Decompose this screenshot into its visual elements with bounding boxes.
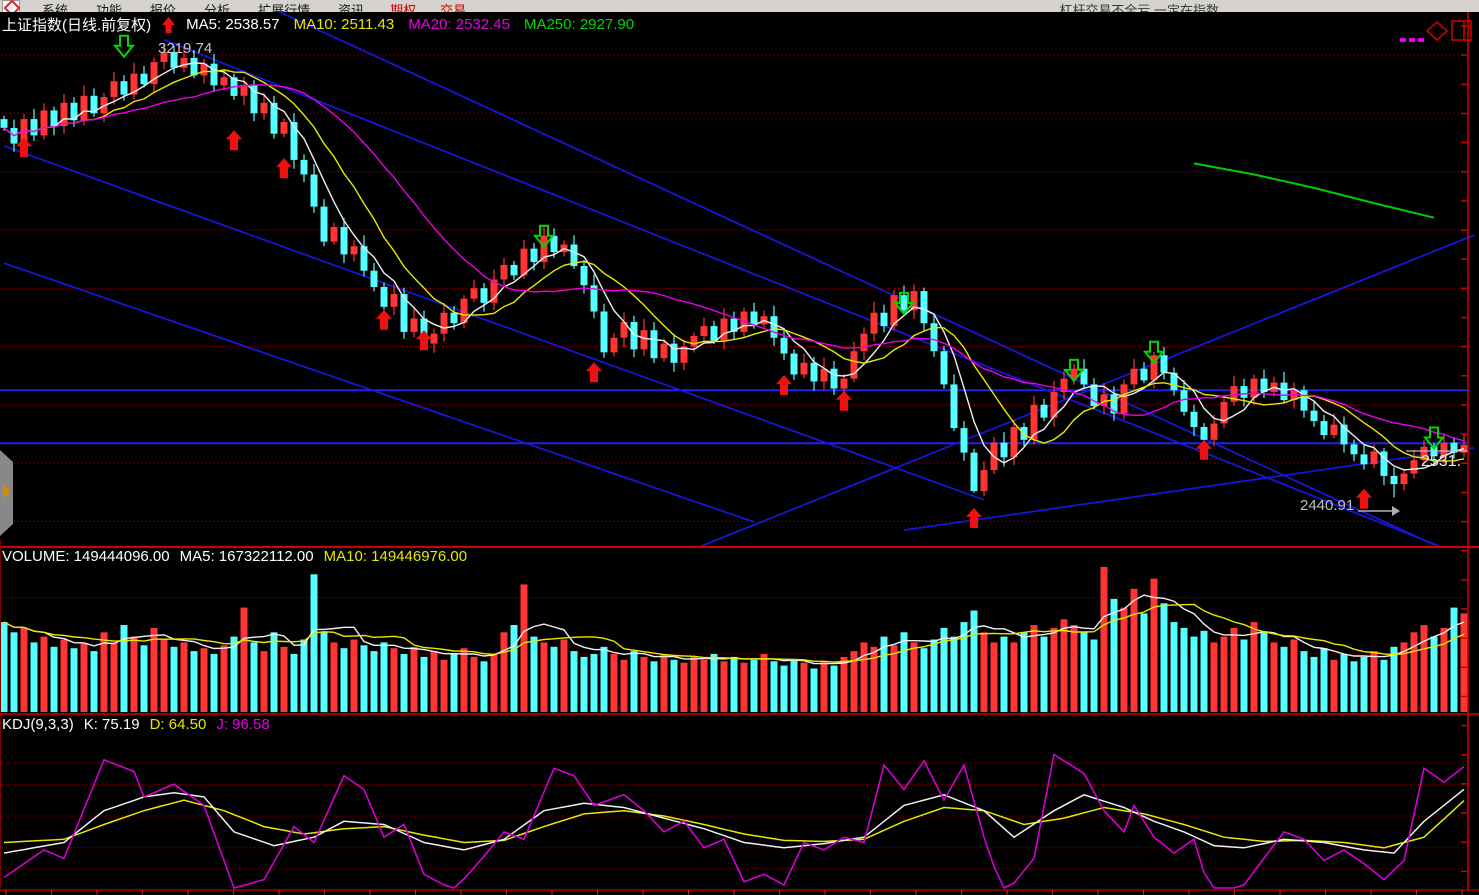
panel-expand-tab[interactable] <box>0 450 13 536</box>
more-dots-icon[interactable] <box>1400 38 1424 42</box>
chart-canvas[interactable] <box>0 0 1479 895</box>
trading-app-window: 系统功能报价分析扩展行情资讯 期权交易 杠杆交易不全亏 一定在指数 上证指数(日… <box>0 0 1479 895</box>
expand-arrow-icon <box>3 483 11 499</box>
